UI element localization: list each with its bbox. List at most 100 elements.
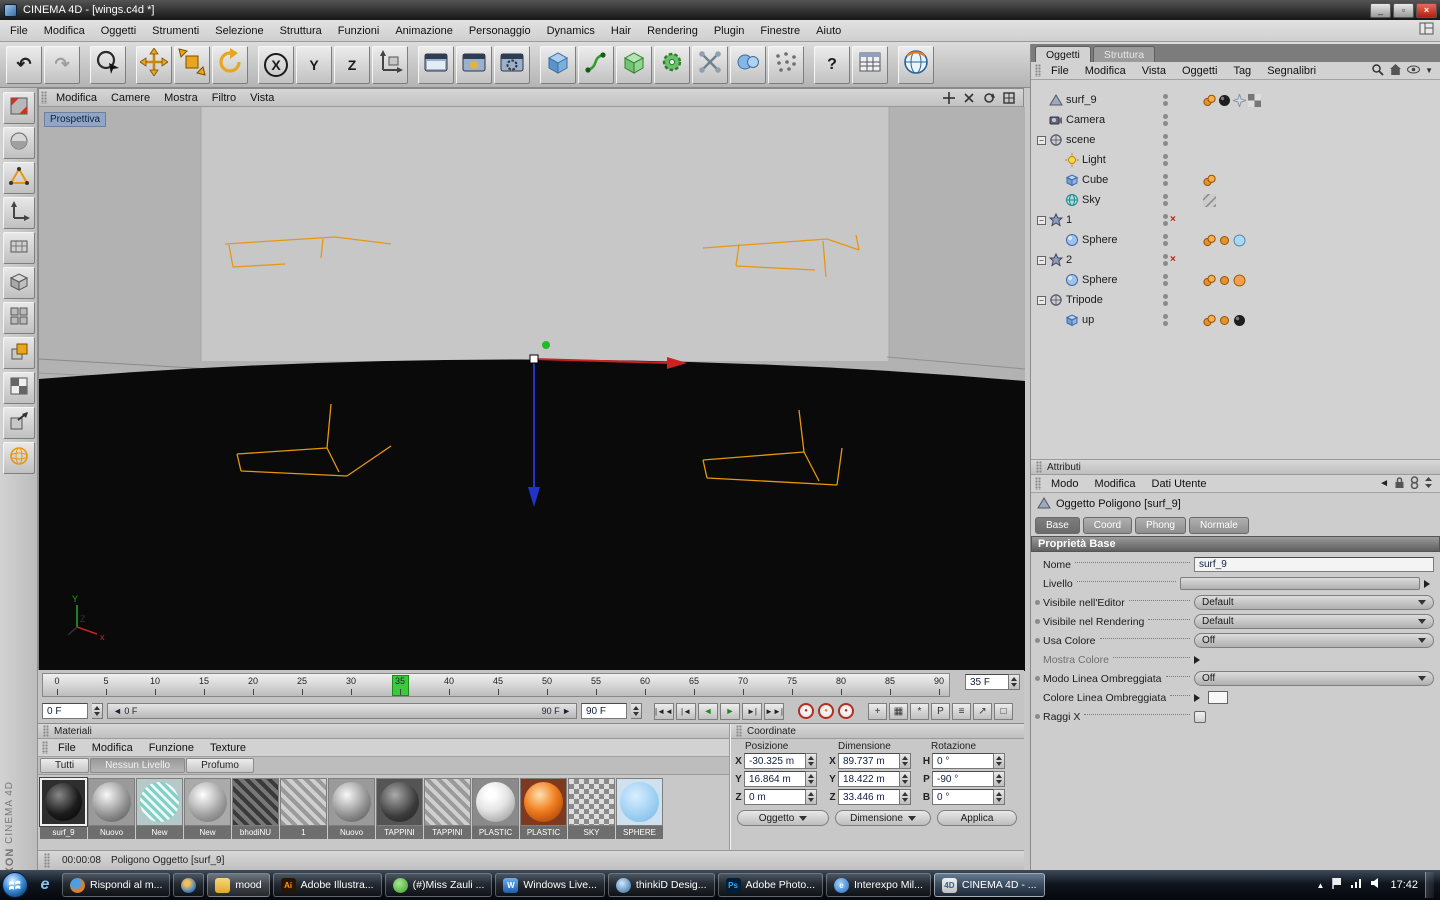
tree-item-light[interactable]: Light <box>1031 150 1440 170</box>
position-spinner[interactable] <box>806 771 817 787</box>
view-label[interactable]: Prospettiva <box>44 112 107 127</box>
playback-rate-button[interactable]: P <box>931 702 950 720</box>
orange-pair-tag-icon[interactable] <box>1203 234 1216 247</box>
menu-objects-file[interactable]: File <box>1043 63 1077 79</box>
flag-icon[interactable] <box>1331 876 1343 894</box>
menu-main-finestre[interactable]: Finestre <box>752 23 808 39</box>
anim-dot[interactable] <box>1035 714 1040 719</box>
orange-pair-tag-icon[interactable] <box>1203 174 1216 187</box>
menu-objects-modifica[interactable]: Modifica <box>1077 63 1134 79</box>
box-arrow-button[interactable] <box>2 407 35 439</box>
axis-button[interactable] <box>2 197 35 229</box>
visibility-dots[interactable] <box>1163 274 1203 286</box>
selection-button[interactable] <box>90 45 126 84</box>
hatch-tag-icon[interactable] <box>1203 193 1216 207</box>
layer-list-button[interactable]: ≡ <box>952 702 971 720</box>
record-keyframe-button[interactable]: ● <box>798 703 814 719</box>
taskbar-button-mood[interactable]: mood <box>207 873 270 897</box>
position-field[interactable]: -30.325 m <box>744 753 806 769</box>
visibility-dots[interactable] <box>1163 154 1203 166</box>
render-settings-button[interactable] <box>494 45 530 84</box>
name-input[interactable]: surf_9 <box>1194 557 1434 572</box>
taskbar-button-thinkid-desig[interactable]: thinkiD Desig... <box>607 873 715 897</box>
undo-button[interactable]: ↶ <box>6 45 42 84</box>
link-icon[interactable] <box>1410 475 1419 492</box>
render-visibility-dot[interactable] <box>1163 181 1168 186</box>
editor-visibility-dot[interactable] <box>1163 274 1168 279</box>
menu-viewport-camere[interactable]: Camere <box>104 91 157 105</box>
dimension-field[interactable]: 18.422 m <box>838 771 900 787</box>
play-backward-button[interactable]: ◄ <box>698 702 718 720</box>
scale-button[interactable] <box>174 45 210 84</box>
tree-item-sphere[interactable]: Sphere <box>1031 270 1440 290</box>
row-end-arrow[interactable] <box>1424 579 1434 588</box>
material-item-nuovo-6[interactable]: Nuovo <box>328 778 375 839</box>
next-frame-button[interactable]: ►| <box>742 702 762 720</box>
editor-visibility-dot[interactable] <box>1163 134 1168 139</box>
range-slider[interactable]: ◄ 0 F 90 F ► <box>107 703 577 719</box>
menu-main-rendering[interactable]: Rendering <box>639 23 706 39</box>
layer-slider[interactable] <box>1180 577 1420 590</box>
frame-spinner[interactable] <box>1009 674 1020 690</box>
visibility-dots[interactable] <box>1163 134 1203 146</box>
expand-toggle-icon[interactable]: − <box>1037 135 1046 145</box>
material-item-tappini-8[interactable]: TAPPINI <box>424 778 471 839</box>
expand-toggle-icon[interactable]: − <box>1037 255 1046 265</box>
position-field[interactable]: 16.864 m <box>744 771 806 787</box>
menu-main-animazione[interactable]: Animazione <box>387 23 460 39</box>
network-icon[interactable] <box>1350 876 1363 894</box>
triangle-points-button[interactable] <box>2 162 35 194</box>
menu-attributes-modo[interactable]: Modo <box>1043 476 1087 492</box>
menu-viewport-modifica[interactable]: Modifica <box>49 91 104 105</box>
menu-main-aiuto[interactable]: Aiuto <box>808 23 849 39</box>
black-sphere-tag-icon[interactable] <box>1218 94 1231 107</box>
menu-objects-segnalibri[interactable]: Segnalibri <box>1259 63 1324 79</box>
visibility-dots[interactable] <box>1163 194 1203 206</box>
menu-main-modifica[interactable]: Modifica <box>36 23 93 39</box>
attribute-tab-phong[interactable]: Phong <box>1135 517 1186 534</box>
menu-materials-modifica[interactable]: Modifica <box>84 740 141 756</box>
taskbar-button-adobe-illustra[interactable]: Ai Adobe Illustra... <box>272 873 382 897</box>
rotation-spinner[interactable] <box>994 771 1005 787</box>
menu-main-oggetti[interactable]: Oggetti <box>93 23 144 39</box>
menu-main-plugin[interactable]: Plugin <box>706 23 753 39</box>
menu-main-hair[interactable]: Hair <box>603 23 639 39</box>
taskbar-button-miss-zauli[interactable]: (#)Miss Zauli ... <box>384 873 493 897</box>
taskbar-button-wmp[interactable] <box>173 873 205 897</box>
drag-grip[interactable] <box>42 740 48 755</box>
tree-item-2[interactable]: −2 × <box>1031 250 1440 270</box>
render-visibility-dot[interactable] <box>1163 241 1168 246</box>
nurbs-button[interactable] <box>616 45 652 84</box>
menu-materials-funzione[interactable]: Funzione <box>141 740 202 756</box>
menu-viewport-mostra[interactable]: Mostra <box>157 91 205 105</box>
materials-tab-nessun-livello[interactable]: Nessun Livello <box>90 758 186 773</box>
updown-icon[interactable] <box>1424 476 1433 492</box>
taskbar-button-rispondi-al-m[interactable]: Rispondi al m... <box>62 873 171 897</box>
drag-grip[interactable] <box>1035 476 1041 491</box>
curve-button[interactable]: ↗ <box>973 702 992 720</box>
anim-dot[interactable] <box>1035 600 1040 605</box>
rotation-spinner[interactable] <box>994 753 1005 769</box>
blue-sphere-tag-icon[interactable] <box>1233 234 1246 247</box>
menu-materials-file[interactable]: File <box>50 740 84 756</box>
layout-icon[interactable] <box>1419 22 1438 40</box>
visibility-dots[interactable]: × <box>1163 214 1203 226</box>
menu-attributes-modifica[interactable]: Modifica <box>1087 476 1144 492</box>
sparkle-tag-icon[interactable] <box>1233 93 1246 107</box>
render-visibility-dot[interactable] <box>1163 101 1168 106</box>
internet-explorer-icon[interactable]: e <box>31 873 59 897</box>
tree-item-scene[interactable]: − scene <box>1031 130 1440 150</box>
coord-size-dropdown[interactable]: Dimensione <box>835 810 931 826</box>
attributes-title-bar[interactable]: Attributi <box>1031 460 1440 475</box>
grid-cube-button[interactable] <box>2 267 35 299</box>
color-swatch[interactable] <box>1208 691 1228 704</box>
rotation-field[interactable]: -90 ° <box>932 771 994 787</box>
search-icon[interactable] <box>1371 63 1384 79</box>
taskbar-button-cinema-4d[interactable]: 4D CINEMA 4D - ... <box>933 873 1045 897</box>
render-visibility-dot[interactable] <box>1163 261 1168 266</box>
close-button[interactable]: × <box>1416 2 1437 18</box>
dimension-field[interactable]: 89.737 m <box>838 753 900 769</box>
menu-viewport-vista[interactable]: Vista <box>243 91 281 105</box>
goto-start-button[interactable]: |◄◄ <box>654 702 674 720</box>
goto-end-button[interactable]: ►►| <box>764 702 784 720</box>
